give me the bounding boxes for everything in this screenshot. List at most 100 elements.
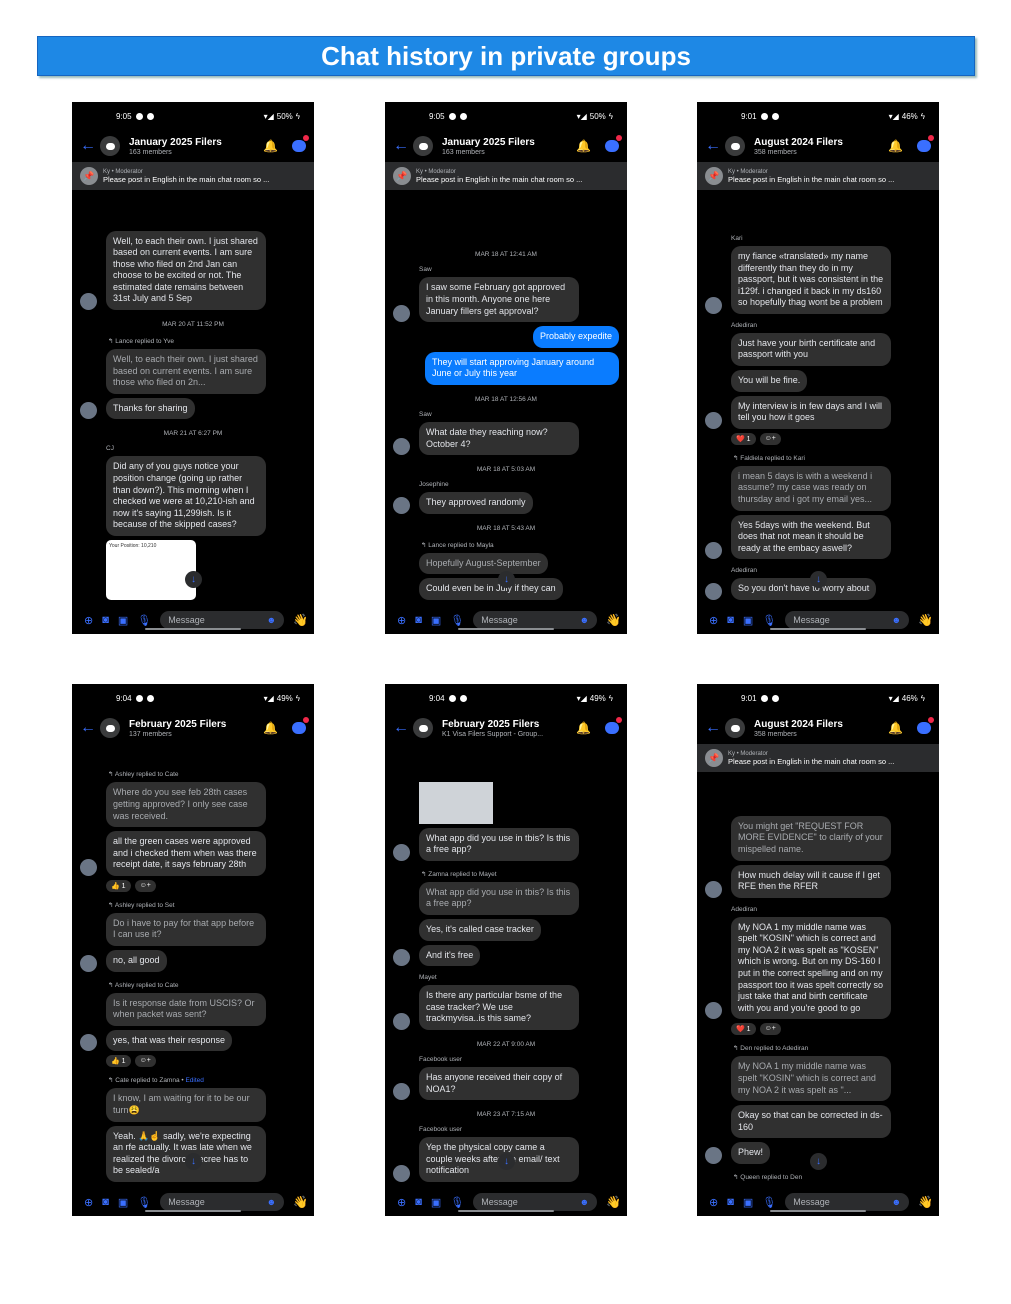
chat-bubble-icon[interactable]: [917, 135, 934, 152]
wave-icon[interactable]: 👋: [606, 613, 621, 627]
message-bubble[interactable]: Did any of you guys notice your position…: [106, 456, 266, 536]
reaction-chip[interactable]: ❤️ 1: [731, 1023, 756, 1036]
image-icon[interactable]: ▣: [743, 614, 753, 627]
microphone-icon[interactable]: 🎙: [762, 1196, 776, 1209]
reaction-chip[interactable]: ☺+: [759, 432, 781, 445]
message-bubble[interactable]: my fiance «translated» my name different…: [731, 245, 891, 314]
group-avatar[interactable]: [100, 718, 120, 738]
quoted-message[interactable]: You might get "REQUEST FOR MORE EVIDENCE…: [731, 815, 891, 861]
message-bubble[interactable]: Okay so that can be corrected in ds-160: [731, 1105, 891, 1139]
microphone-icon[interactable]: 🎙: [762, 614, 776, 627]
group-avatar[interactable]: [413, 136, 433, 156]
camera-icon[interactable]: ◙: [102, 614, 109, 626]
avatar[interactable]: [393, 305, 410, 323]
message-bubble[interactable]: Is there any particular bsme of the case…: [419, 985, 579, 1031]
back-arrow-icon[interactable]: ←: [80, 719, 100, 737]
plus-icon[interactable]: ⊕: [397, 614, 406, 627]
wave-icon[interactable]: 👋: [293, 613, 308, 627]
back-arrow-icon[interactable]: ←: [705, 137, 725, 155]
message-bubble[interactable]: And it's free: [419, 944, 481, 967]
chat-title-block[interactable]: August 2024 Filers 358 members: [754, 719, 888, 738]
reaction-chip[interactable]: 👍 1: [106, 879, 131, 892]
chat-bubble-icon[interactable]: [292, 717, 309, 734]
message-bubble[interactable]: Yes, it's called case tracker: [419, 919, 541, 941]
message-bubble-sent[interactable]: Probably expedite: [532, 326, 619, 348]
back-arrow-icon[interactable]: ←: [705, 719, 725, 737]
message-bubble[interactable]: Has anyone received their copy of NOA1?: [419, 1067, 579, 1101]
scroll-down-button[interactable]: ↓: [185, 571, 202, 588]
avatar[interactable]: [393, 1013, 410, 1031]
avatar[interactable]: [80, 402, 97, 420]
wave-icon[interactable]: 👋: [293, 1195, 308, 1209]
emoji-icon[interactable]: ☻: [267, 615, 276, 625]
wave-icon[interactable]: 👋: [918, 613, 933, 627]
emoji-icon[interactable]: ☻: [892, 1197, 901, 1207]
message-input[interactable]: Message ☻: [785, 611, 910, 629]
message-input[interactable]: Message ☻: [160, 1193, 285, 1211]
wave-icon[interactable]: 👋: [918, 1195, 933, 1209]
plus-icon[interactable]: ⊕: [84, 614, 93, 627]
message-bubble[interactable]: My interview is in few days and I will t…: [731, 395, 891, 429]
scroll-down-button[interactable]: ↓: [498, 1153, 515, 1170]
message-bubble[interactable]: What app did you use in tbis? Is this a …: [419, 827, 579, 861]
group-avatar[interactable]: [725, 718, 745, 738]
wave-icon[interactable]: 👋: [606, 1195, 621, 1209]
microphone-icon[interactable]: 🎙: [137, 614, 151, 627]
chat-title-block[interactable]: January 2025 Filers 163 members: [129, 137, 263, 156]
image-icon[interactable]: ▣: [118, 614, 128, 627]
chat-title-block[interactable]: February 2025 Filers K1 Visa Filers Suppo…: [442, 719, 576, 738]
reaction-chip[interactable]: ☺+: [134, 1055, 156, 1068]
image-attachment[interactable]: Your Position: 10,210: [106, 540, 196, 600]
message-input[interactable]: Message ☻: [160, 611, 285, 629]
message-bubble[interactable]: I saw some February got approved in this…: [419, 277, 579, 323]
bell-icon[interactable]: 🔔: [888, 721, 903, 735]
avatar[interactable]: [80, 1034, 97, 1052]
microphone-icon[interactable]: 🎙: [450, 614, 464, 627]
chat-title-block[interactable]: August 2024 Filers 358 members: [754, 137, 888, 156]
message-bubble[interactable]: no, all good: [106, 950, 167, 972]
plus-icon[interactable]: ⊕: [397, 1196, 406, 1209]
chat-bubble-icon[interactable]: [917, 717, 934, 734]
message-bubble[interactable]: My NOA 1 my middle name was spelt "KOSIN…: [731, 916, 891, 1020]
avatar[interactable]: [80, 858, 97, 876]
plus-icon[interactable]: ⊕: [84, 1196, 93, 1209]
avatar[interactable]: [705, 296, 722, 314]
image-icon[interactable]: ▣: [743, 1196, 753, 1209]
quoted-message[interactable]: Where do you see feb 28th cases getting …: [106, 782, 266, 828]
plus-icon[interactable]: ⊕: [709, 614, 718, 627]
avatar[interactable]: [705, 542, 722, 560]
chat-title-block[interactable]: January 2025 Filers 163 members: [442, 137, 576, 156]
back-arrow-icon[interactable]: ←: [393, 137, 413, 155]
group-avatar[interactable]: [725, 136, 745, 156]
image-icon[interactable]: ▣: [431, 1196, 441, 1209]
pinned-message[interactable]: 📌 Ky • Moderator Please post in English in…: [72, 162, 314, 190]
camera-icon[interactable]: ◙: [102, 1196, 109, 1208]
bell-icon[interactable]: 🔔: [263, 139, 278, 153]
message-bubble[interactable]: Phew!: [731, 1142, 771, 1164]
message-bubble[interactable]: Yeah. 🙏☝ sadly, we're expecting an rfe a…: [106, 1125, 266, 1182]
group-avatar[interactable]: [100, 136, 120, 156]
message-bubble[interactable]: Just have your birth certificate and pas…: [731, 332, 891, 367]
group-avatar[interactable]: [413, 718, 433, 738]
message-bubble[interactable]: yes, that was their response: [106, 1029, 233, 1052]
reaction-chip[interactable]: 👍 1: [106, 1055, 131, 1068]
message-bubble[interactable]: What date they reaching now? October 4?: [419, 422, 579, 456]
camera-icon[interactable]: ◙: [415, 1196, 422, 1208]
camera-icon[interactable]: ◙: [727, 1196, 734, 1208]
emoji-icon[interactable]: ☻: [892, 615, 901, 625]
avatar[interactable]: [705, 1147, 722, 1164]
microphone-icon[interactable]: 🎙: [450, 1196, 464, 1209]
quoted-message[interactable]: i mean 5 days is with a weekend i assume…: [731, 465, 891, 511]
avatar[interactable]: [393, 1083, 410, 1101]
avatar[interactable]: [705, 880, 722, 898]
avatar[interactable]: [393, 949, 410, 967]
quoted-message[interactable]: My NOA 1 my middle name was spelt "KOSIN…: [731, 1056, 891, 1102]
avatar[interactable]: [705, 1002, 722, 1020]
avatar[interactable]: [393, 843, 410, 861]
scroll-down-button[interactable]: ↓: [498, 571, 515, 588]
scroll-down-button[interactable]: ↓: [810, 571, 827, 588]
quoted-message[interactable]: Well, to each their own. I just shared b…: [106, 349, 266, 394]
bell-icon[interactable]: 🔔: [576, 139, 591, 153]
quoted-message[interactable]: Hopefully August-September: [419, 552, 548, 575]
scroll-down-button[interactable]: ↓: [185, 1153, 202, 1170]
